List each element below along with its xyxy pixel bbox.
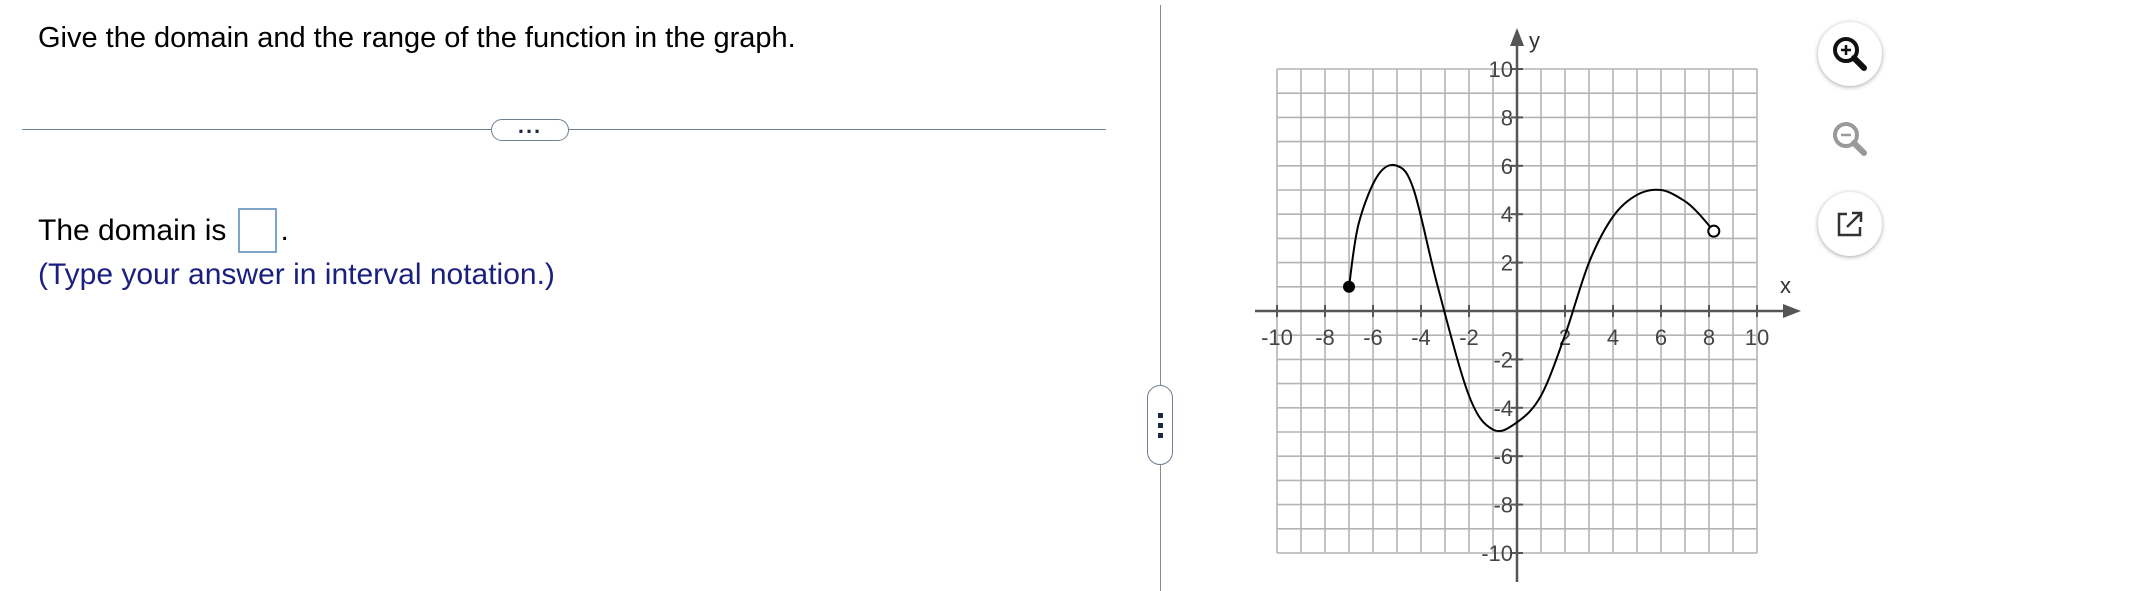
zoom-in-icon bbox=[1833, 37, 1867, 71]
y-axis-arrow bbox=[1510, 28, 1524, 46]
zoom-out-button[interactable] bbox=[1818, 107, 1882, 171]
x-axis-label: x bbox=[1780, 273, 1791, 298]
open-endpoint bbox=[1707, 224, 1721, 238]
y-tick-label: -2 bbox=[1493, 347, 1513, 372]
y-tick-label: -4 bbox=[1493, 396, 1513, 421]
page: Give the domain and the range of the fun… bbox=[0, 0, 2148, 591]
x-tick-label: 8 bbox=[1703, 325, 1715, 350]
answer-hint: (Type your answer in interval notation.) bbox=[38, 258, 555, 291]
zoom-out-icon bbox=[1833, 122, 1867, 156]
graph-axes: xy bbox=[1255, 28, 1801, 582]
x-tick-label: 6 bbox=[1655, 325, 1667, 350]
function-curve-group bbox=[1343, 163, 1721, 433]
popout-icon bbox=[1837, 211, 1863, 237]
y-tick-label: 8 bbox=[1501, 105, 1513, 130]
y-tick-label: -6 bbox=[1493, 444, 1513, 469]
y-tick-label: 10 bbox=[1489, 57, 1513, 82]
expand-button-label: ... bbox=[517, 113, 543, 138]
x-tick-label: -6 bbox=[1363, 325, 1383, 350]
x-tick-label: -10 bbox=[1261, 325, 1293, 350]
domain-answer-input[interactable] bbox=[238, 208, 278, 253]
x-tick-label: 10 bbox=[1745, 325, 1769, 350]
domain-answer-row: The domain is . bbox=[38, 208, 289, 253]
popout-button[interactable] bbox=[1818, 192, 1882, 256]
x-tick-label: 4 bbox=[1607, 325, 1619, 350]
zoom-in-button[interactable] bbox=[1818, 22, 1882, 86]
y-tick-label: -10 bbox=[1481, 541, 1513, 566]
y-tick-label: -8 bbox=[1493, 493, 1513, 518]
y-axis-label: y bbox=[1529, 28, 1540, 53]
pane-divider bbox=[1160, 5, 1161, 591]
closed-endpoint bbox=[1343, 280, 1355, 293]
x-tick-label: -2 bbox=[1459, 325, 1479, 350]
domain-suffix: . bbox=[280, 213, 289, 247]
x-axis-arrow bbox=[1783, 304, 1801, 318]
y-tick-label: 6 bbox=[1501, 154, 1513, 179]
y-tick-label: 4 bbox=[1501, 202, 1513, 227]
question-prompt: Give the domain and the range of the fun… bbox=[38, 22, 796, 54]
y-tick-label: 2 bbox=[1501, 251, 1513, 276]
pane-resize-handle[interactable] bbox=[1147, 385, 1173, 465]
x-tick-label: -8 bbox=[1315, 325, 1335, 350]
x-tick-label: -4 bbox=[1411, 325, 1431, 350]
domain-prefix: The domain is bbox=[38, 213, 227, 247]
function-graph: xy -10 -8 -6 -4 -2 2 4 6 8 10108642-2-4-6-8-10 bbox=[1255, 28, 1801, 582]
expand-button[interactable]: ... bbox=[491, 113, 569, 141]
function-curve bbox=[1348, 163, 1715, 433]
